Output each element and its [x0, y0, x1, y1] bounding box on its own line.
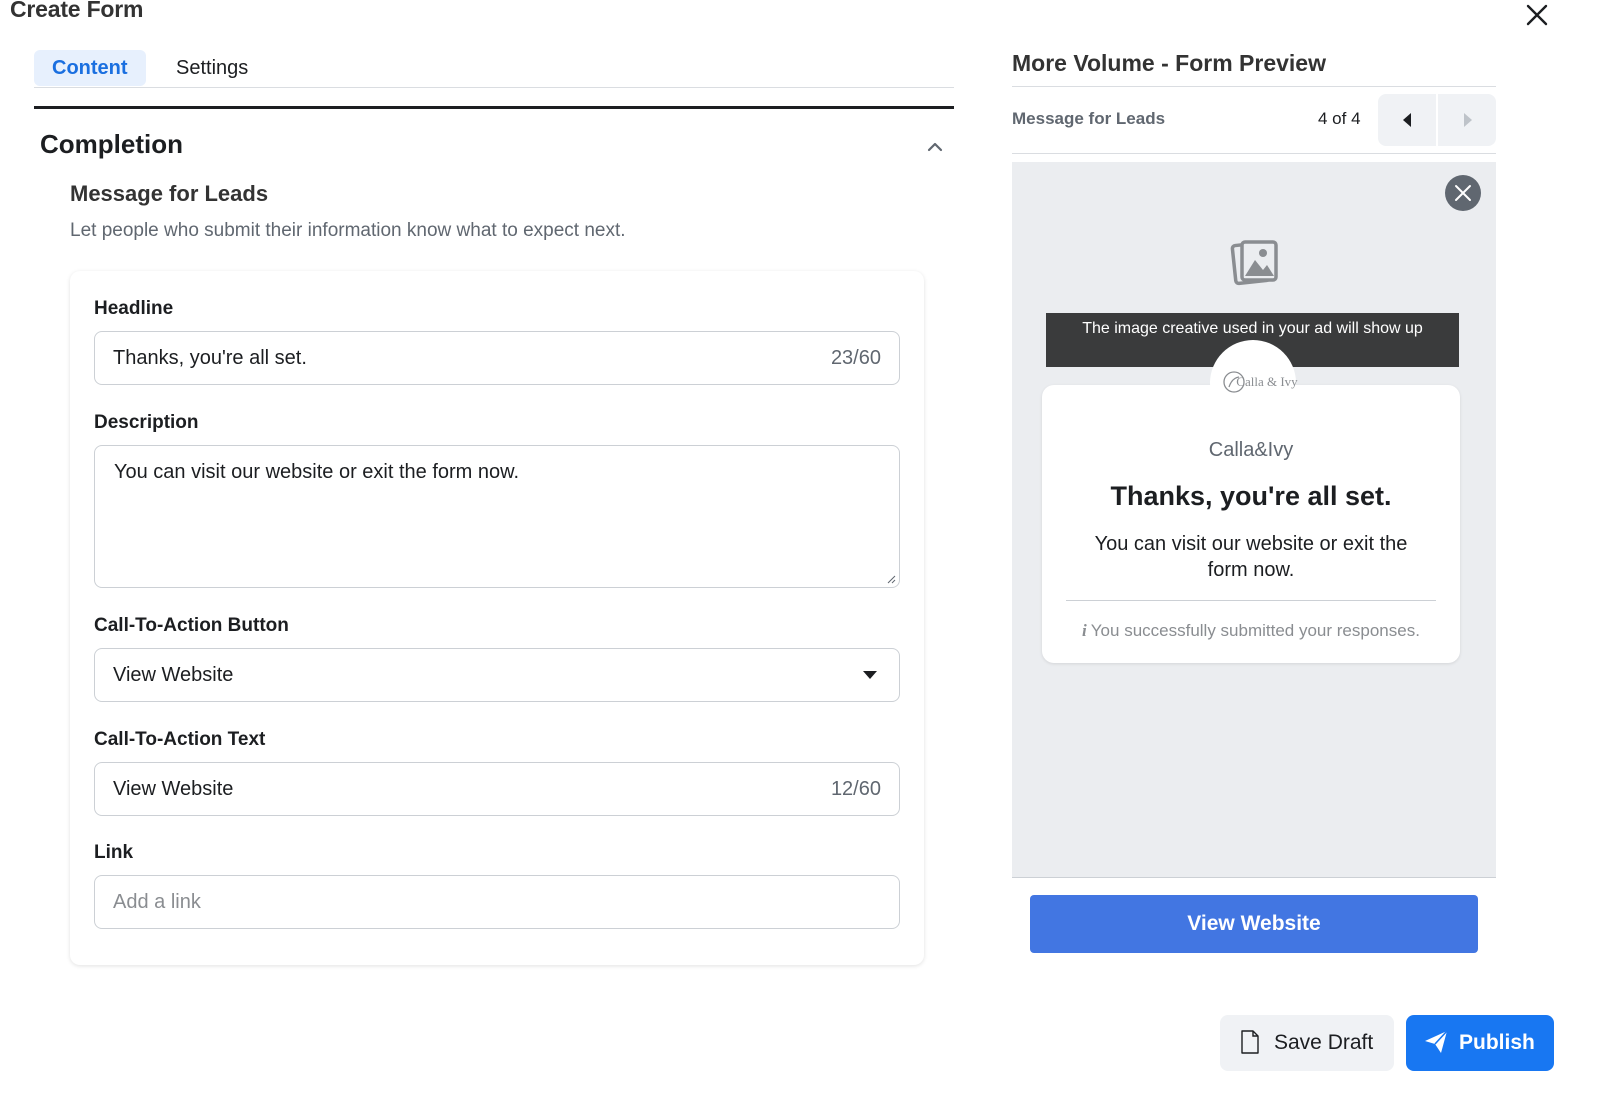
caret-down-icon — [863, 671, 877, 679]
publish-label: Publish — [1459, 1031, 1535, 1054]
next-step-button[interactable] — [1438, 94, 1496, 146]
cta-text-input[interactable]: View Website 12/60 — [94, 762, 900, 816]
close-x-icon[interactable] — [1522, 0, 1552, 30]
publish-button[interactable]: Publish — [1406, 1015, 1554, 1071]
preview-title: More Volume - Form Preview — [1012, 50, 1326, 76]
preview-headline: Thanks, you're all set. — [1110, 481, 1392, 511]
cta-button-value: View Website — [113, 664, 234, 686]
description-textarea[interactable]: You can visit our website or exit the fo… — [94, 445, 900, 588]
completion-preview-card: Calla&Ivy Thanks, you're all set. You ca… — [1042, 385, 1460, 663]
preview-description: You can visit our website or exit the fo… — [1094, 533, 1408, 581]
cta-text-label: Call-To-Action Text — [94, 729, 266, 750]
cta-button-select[interactable]: View Website — [94, 648, 900, 702]
caret-left-icon — [1403, 113, 1411, 127]
description-value: You can visit our website or exit the fo… — [114, 461, 520, 483]
logo-text: Calla & Ivy — [1236, 374, 1298, 389]
divider — [34, 106, 954, 109]
cta-text-char-count: 12/60 — [830, 778, 881, 800]
save-draft-button[interactable]: Save Draft — [1220, 1015, 1394, 1071]
description-label: Description — [94, 412, 199, 433]
section-title: Completion — [40, 129, 183, 159]
preview-note-text: You successfully submitted your response… — [1090, 621, 1420, 640]
tab-bar: Content Settings — [34, 50, 954, 88]
headline-char-count: 23/60 — [830, 347, 881, 369]
preview-close-button[interactable] — [1445, 175, 1481, 211]
save-draft-label: Save Draft — [1274, 1031, 1374, 1054]
link-input[interactable]: Add a link — [94, 875, 900, 929]
previous-step-button[interactable] — [1378, 94, 1436, 146]
form-preview-panel: The image creative used in your ad will … — [1012, 162, 1496, 878]
preview-step-count: 4 of 4 — [1318, 109, 1361, 128]
headline-label: Headline — [94, 298, 174, 319]
info-icon: i — [1082, 621, 1087, 640]
tab-settings[interactable]: Settings — [158, 50, 266, 86]
link-label: Link — [94, 842, 134, 863]
document-icon — [1241, 1030, 1259, 1054]
caret-right-icon — [1464, 113, 1472, 127]
image-placeholder-icon — [1230, 240, 1278, 286]
headline-value: Thanks, you're all set. — [113, 347, 307, 369]
chevron-up-icon[interactable] — [922, 134, 948, 160]
subsection-description: Let people who submit their information … — [70, 220, 626, 241]
preview-step-label: Message for Leads — [1012, 109, 1166, 128]
close-x-icon — [1455, 185, 1471, 201]
cta-button-label: Call-To-Action Button — [94, 615, 289, 636]
brand-logo: Calla & Ivy — [1210, 340, 1298, 426]
tab-content[interactable]: Content — [34, 50, 146, 86]
preview-cta-button[interactable]: View Website — [1030, 895, 1478, 953]
subsection-title: Message for Leads — [70, 181, 269, 206]
resize-handle-icon[interactable] — [886, 574, 896, 584]
cta-text-value: View Website — [113, 778, 234, 800]
link-placeholder: Add a link — [113, 891, 201, 913]
window-title: Create Form — [10, 0, 144, 22]
divider — [1012, 153, 1496, 154]
divider — [1066, 600, 1436, 601]
preview-note: i You successfully submitted your respons… — [1042, 621, 1460, 641]
divider — [1012, 86, 1496, 87]
headline-input[interactable]: Thanks, you're all set. 23/60 — [94, 331, 900, 385]
brand-name: Calla&Ivy — [1208, 439, 1294, 461]
paper-plane-icon — [1425, 1030, 1448, 1053]
